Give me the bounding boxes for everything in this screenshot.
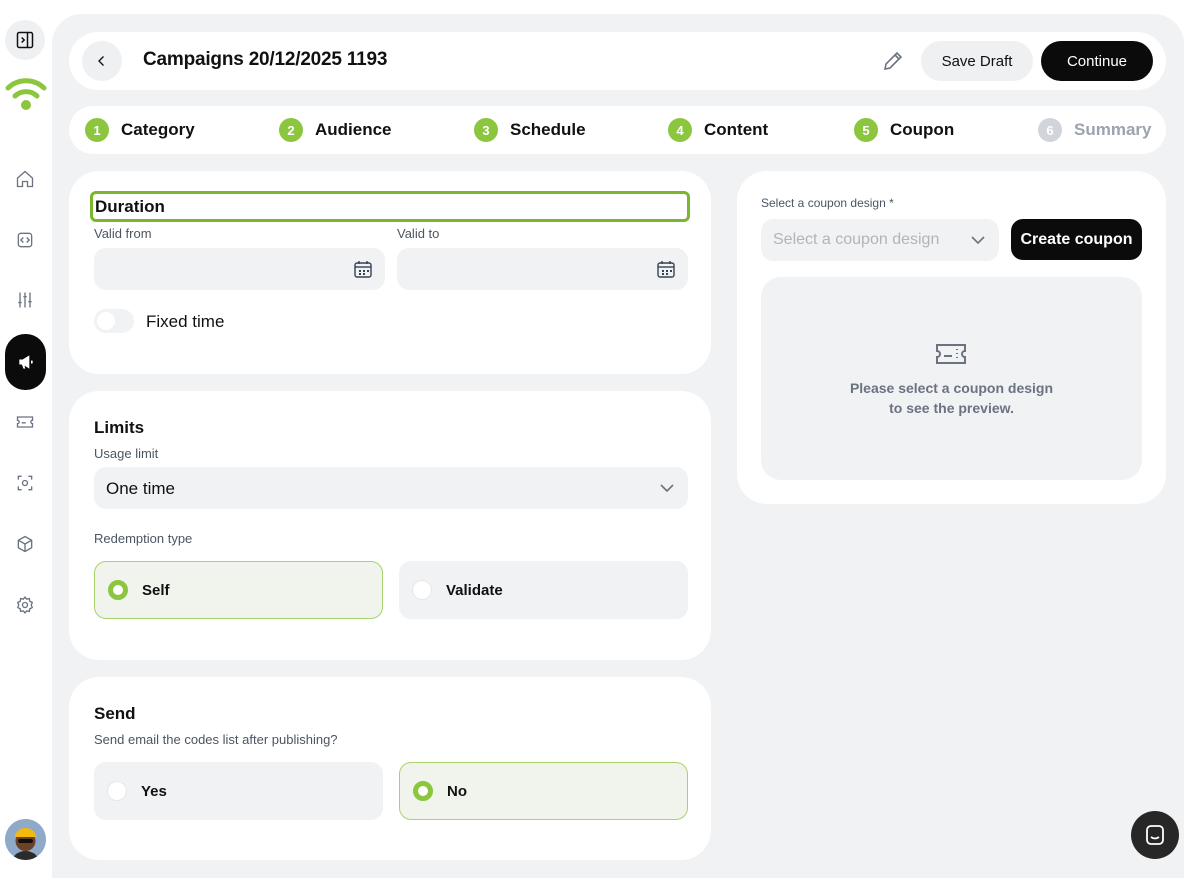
wifi-logo-icon — [4, 74, 48, 114]
coupon-design-label: Select a coupon design * — [761, 196, 894, 210]
sidebar — [0, 0, 52, 880]
stepper: 1 Category 2 Audience 3 Schedule 4 Conte… — [69, 106, 1166, 154]
radio-button[interactable] — [413, 781, 433, 801]
step-number: 4 — [668, 118, 692, 142]
valid-from-label: Valid from — [94, 226, 152, 241]
step-label: Coupon — [890, 120, 955, 139]
chat-launcher-button[interactable] — [1131, 811, 1179, 859]
home-icon[interactable] — [5, 159, 45, 199]
step-number: 3 — [474, 118, 498, 142]
gear-icon[interactable] — [5, 585, 45, 625]
ticket-icon — [935, 341, 967, 367]
calendar-icon[interactable] — [656, 259, 676, 279]
redemption-validate-option[interactable]: Validate — [399, 561, 688, 619]
save-draft-button[interactable]: Save Draft — [921, 41, 1033, 81]
step-audience[interactable]: 2 Audience — [279, 118, 392, 142]
preview-message: Please select a coupon design to see the… — [821, 378, 1082, 418]
scan-icon[interactable] — [5, 463, 45, 503]
usage-limit-value: One time — [106, 479, 175, 498]
coupon-design-placeholder: Select a coupon design — [773, 231, 940, 248]
valid-to-label: Valid to — [397, 226, 440, 241]
chevron-left-icon — [98, 56, 104, 66]
step-label: Category — [121, 120, 195, 139]
step-label: Audience — [315, 120, 392, 139]
radio-button[interactable] — [108, 580, 128, 600]
megaphone-icon[interactable] — [5, 334, 46, 390]
radio-button[interactable] — [412, 580, 432, 600]
fixed-time-label: Fixed time — [146, 312, 225, 331]
limits-title: Limits — [94, 418, 145, 437]
preview-line-2: to see the preview. — [889, 400, 1014, 416]
page-title: Campaigns 20/12/2025 1193 — [143, 49, 388, 70]
option-label: Self — [142, 581, 170, 599]
preview-line-1: Please select a coupon design — [849, 380, 1054, 396]
usage-limit-label: Usage limit — [94, 446, 159, 461]
step-label: Summary — [1074, 120, 1152, 139]
step-number: 6 — [1038, 118, 1062, 142]
step-content[interactable]: 4 Content — [668, 118, 768, 142]
ticket-icon[interactable] — [5, 402, 45, 442]
step-number: 5 — [854, 118, 878, 142]
usage-limit-select[interactable]: One time — [94, 467, 688, 509]
sidebar-toggle-icon[interactable] — [5, 20, 45, 60]
fixed-time-toggle[interactable] — [94, 309, 134, 333]
main-panel: Campaigns 20/12/2025 1193 Save Draft Con… — [52, 14, 1184, 878]
calendar-icon[interactable] — [353, 259, 373, 279]
valid-from-field[interactable] — [94, 248, 385, 290]
chevron-down-icon — [658, 479, 676, 497]
create-coupon-button[interactable]: Create coupon — [1011, 219, 1142, 260]
coupon-card: Select a coupon design * Select a coupon… — [737, 171, 1166, 504]
option-label: No — [447, 782, 467, 800]
redemption-self-option[interactable]: Self — [94, 561, 383, 619]
duration-card: Duration Valid from Valid to Fixed time — [69, 171, 711, 374]
send-question: Send email the codes list after publishi… — [94, 732, 338, 747]
send-title: Send — [94, 704, 136, 723]
sliders-icon[interactable] — [5, 280, 45, 320]
coupon-design-select[interactable]: Select a coupon design — [761, 219, 999, 261]
coupon-preview: Please select a coupon design to see the… — [761, 277, 1142, 480]
back-button[interactable] — [82, 41, 122, 81]
limits-card: Limits Usage limit One time Redemption t… — [69, 391, 711, 660]
option-label: Yes — [141, 782, 167, 800]
valid-to-field[interactable] — [397, 248, 688, 290]
duration-title: Duration — [90, 191, 690, 222]
radio-button[interactable] — [107, 781, 127, 801]
continue-button[interactable]: Continue — [1041, 41, 1153, 81]
pencil-icon[interactable] — [881, 49, 905, 73]
option-label: Validate — [446, 581, 503, 599]
avatar[interactable] — [5, 819, 46, 860]
step-category[interactable]: 1 Category — [85, 118, 195, 142]
chat-icon — [1146, 825, 1164, 845]
step-coupon[interactable]: 5 Coupon — [854, 118, 954, 142]
step-schedule[interactable]: 3 Schedule — [474, 118, 586, 142]
step-summary[interactable]: 6 Summary — [1038, 118, 1151, 142]
box-icon[interactable] — [5, 524, 45, 564]
step-label: Content — [704, 120, 769, 139]
chevron-down-icon — [969, 231, 987, 249]
code-icon[interactable] — [5, 220, 45, 260]
step-label: Schedule — [510, 120, 586, 139]
send-no-option[interactable]: No — [399, 762, 688, 820]
redemption-type-label: Redemption type — [94, 531, 193, 546]
header-bar: Campaigns 20/12/2025 1193 Save Draft Con… — [69, 32, 1166, 90]
send-card: Send Send email the codes list after pub… — [69, 677, 711, 860]
step-number: 2 — [279, 118, 303, 142]
send-yes-option[interactable]: Yes — [94, 762, 383, 820]
step-number: 1 — [85, 118, 109, 142]
